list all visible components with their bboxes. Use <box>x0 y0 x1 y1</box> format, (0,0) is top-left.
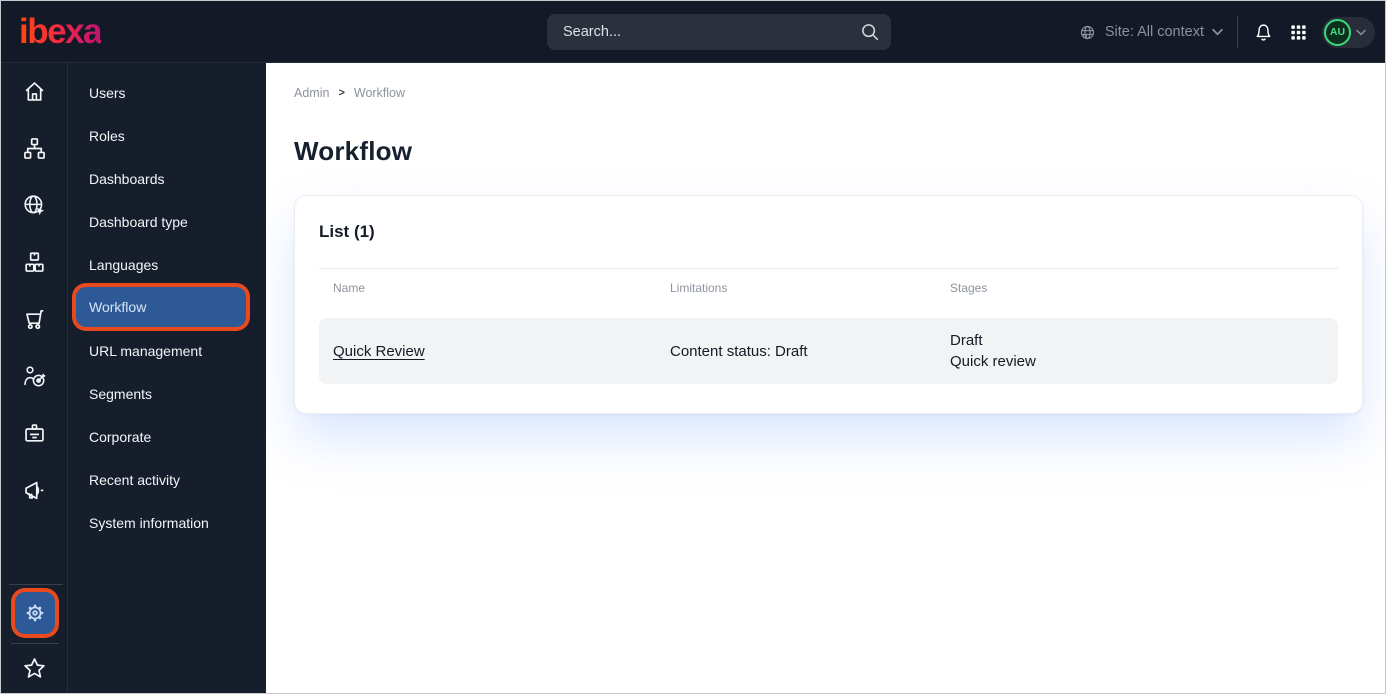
sidebar-item-users[interactable]: Users <box>68 71 266 114</box>
home-icon <box>24 82 44 101</box>
avatar: AU <box>1324 18 1351 46</box>
customer-target-icon <box>23 366 45 387</box>
content-structure-icon <box>23 138 45 159</box>
top-bar: ibexa Site: All context <box>1 1 1385 63</box>
sidebar-item-segments[interactable]: Segments <box>68 372 266 415</box>
admin-sidebar: Users Roles Dashboards Dashboard type La… <box>68 63 266 693</box>
sidebar-item-workflow annotation-highlight[interactable]: Workflow <box>76 287 246 327</box>
search-icon[interactable] <box>859 21 881 43</box>
sidebar-item-roles[interactable]: Roles <box>68 114 266 157</box>
rail-item-commerce[interactable] <box>1 291 67 348</box>
chevron-down-icon <box>1212 28 1223 36</box>
card-divider <box>319 268 1338 269</box>
column-header-name: Name <box>333 281 366 295</box>
products-icon <box>24 252 44 272</box>
stage-item: Draft <box>950 332 983 349</box>
notifications-bell-icon[interactable] <box>1252 21 1275 44</box>
workflow-name-link[interactable]: Quick Review <box>333 343 425 360</box>
site-context-selector[interactable]: Site: All context <box>1078 23 1223 42</box>
rail-item-site[interactable] <box>1 177 67 234</box>
icon-rail <box>1 63 68 693</box>
site-globe-icon <box>23 195 44 216</box>
rail-item-settings annotation-highlight[interactable] <box>15 592 55 634</box>
rail-item-products[interactable] <box>1 234 67 291</box>
app-switcher-grid-icon[interactable] <box>1289 23 1308 42</box>
topbar-divider <box>1237 16 1238 48</box>
limitations-cell: Content status: Draft <box>670 342 808 360</box>
ibexa-logo[interactable]: ibexa <box>19 13 103 51</box>
sidebar-item-recent-activity[interactable]: Recent activity <box>68 458 266 501</box>
sidebar-item-dashboard-type[interactable]: Dashboard type <box>68 200 266 243</box>
main-content: Admin > Workflow Workflow List (1) Name … <box>266 63 1385 693</box>
column-header-limitations: Limitations <box>670 281 728 295</box>
id-badge-icon <box>24 424 44 442</box>
rail-divider <box>11 643 59 644</box>
page-title: Workflow <box>294 136 413 166</box>
breadcrumb: Admin > Workflow <box>294 86 1363 100</box>
app-window: ibexa Site: All context <box>0 0 1386 694</box>
megaphone-icon <box>24 481 43 500</box>
search-input[interactable] <box>547 14 891 50</box>
table-row: Quick Review Content status: Draft Draft… <box>319 318 1338 384</box>
rail-item-customers[interactable] <box>1 348 67 405</box>
rail-divider <box>9 584 63 585</box>
globe-icon <box>1078 23 1097 42</box>
user-menu[interactable]: AU <box>1322 16 1375 48</box>
rail-item-bookmarks[interactable] <box>21 655 48 682</box>
list-count-heading: List (1) <box>319 222 375 241</box>
gear-icon <box>26 604 44 622</box>
workflow-list-card: List (1) Name Limitations Stages Quick R… <box>294 195 1363 414</box>
rail-item-corporate[interactable] <box>1 405 67 462</box>
breadcrumb-admin[interactable]: Admin <box>294 86 329 100</box>
column-header-stages: Stages <box>950 281 988 295</box>
stage-item: Quick review <box>950 353 1036 370</box>
sidebar-item-languages[interactable]: Languages <box>68 243 266 286</box>
cart-icon <box>25 309 43 330</box>
rail-item-home[interactable] <box>1 63 67 120</box>
stages-cell: Draft Quick review <box>950 330 1338 372</box>
star-icon <box>24 658 45 678</box>
global-search <box>547 14 891 50</box>
site-context-label: Site: All context <box>1104 24 1204 40</box>
sidebar-item-system-information[interactable]: System information <box>68 501 266 544</box>
sidebar-item-dashboards[interactable]: Dashboards <box>68 157 266 200</box>
breadcrumb-current: Workflow <box>353 86 406 100</box>
breadcrumb-separator: > <box>338 87 345 99</box>
sidebar-item-corporate[interactable]: Corporate <box>68 415 266 458</box>
chevron-down-icon <box>1356 29 1366 36</box>
table-header: Name Limitations Stages <box>319 281 1338 295</box>
topbar-right-cluster: Site: All context AU <box>1078 1 1375 63</box>
rail-item-marketing[interactable] <box>1 462 67 519</box>
rail-item-content-structure[interactable] <box>1 120 67 177</box>
sidebar-item-url-management[interactable]: URL management <box>68 329 266 372</box>
